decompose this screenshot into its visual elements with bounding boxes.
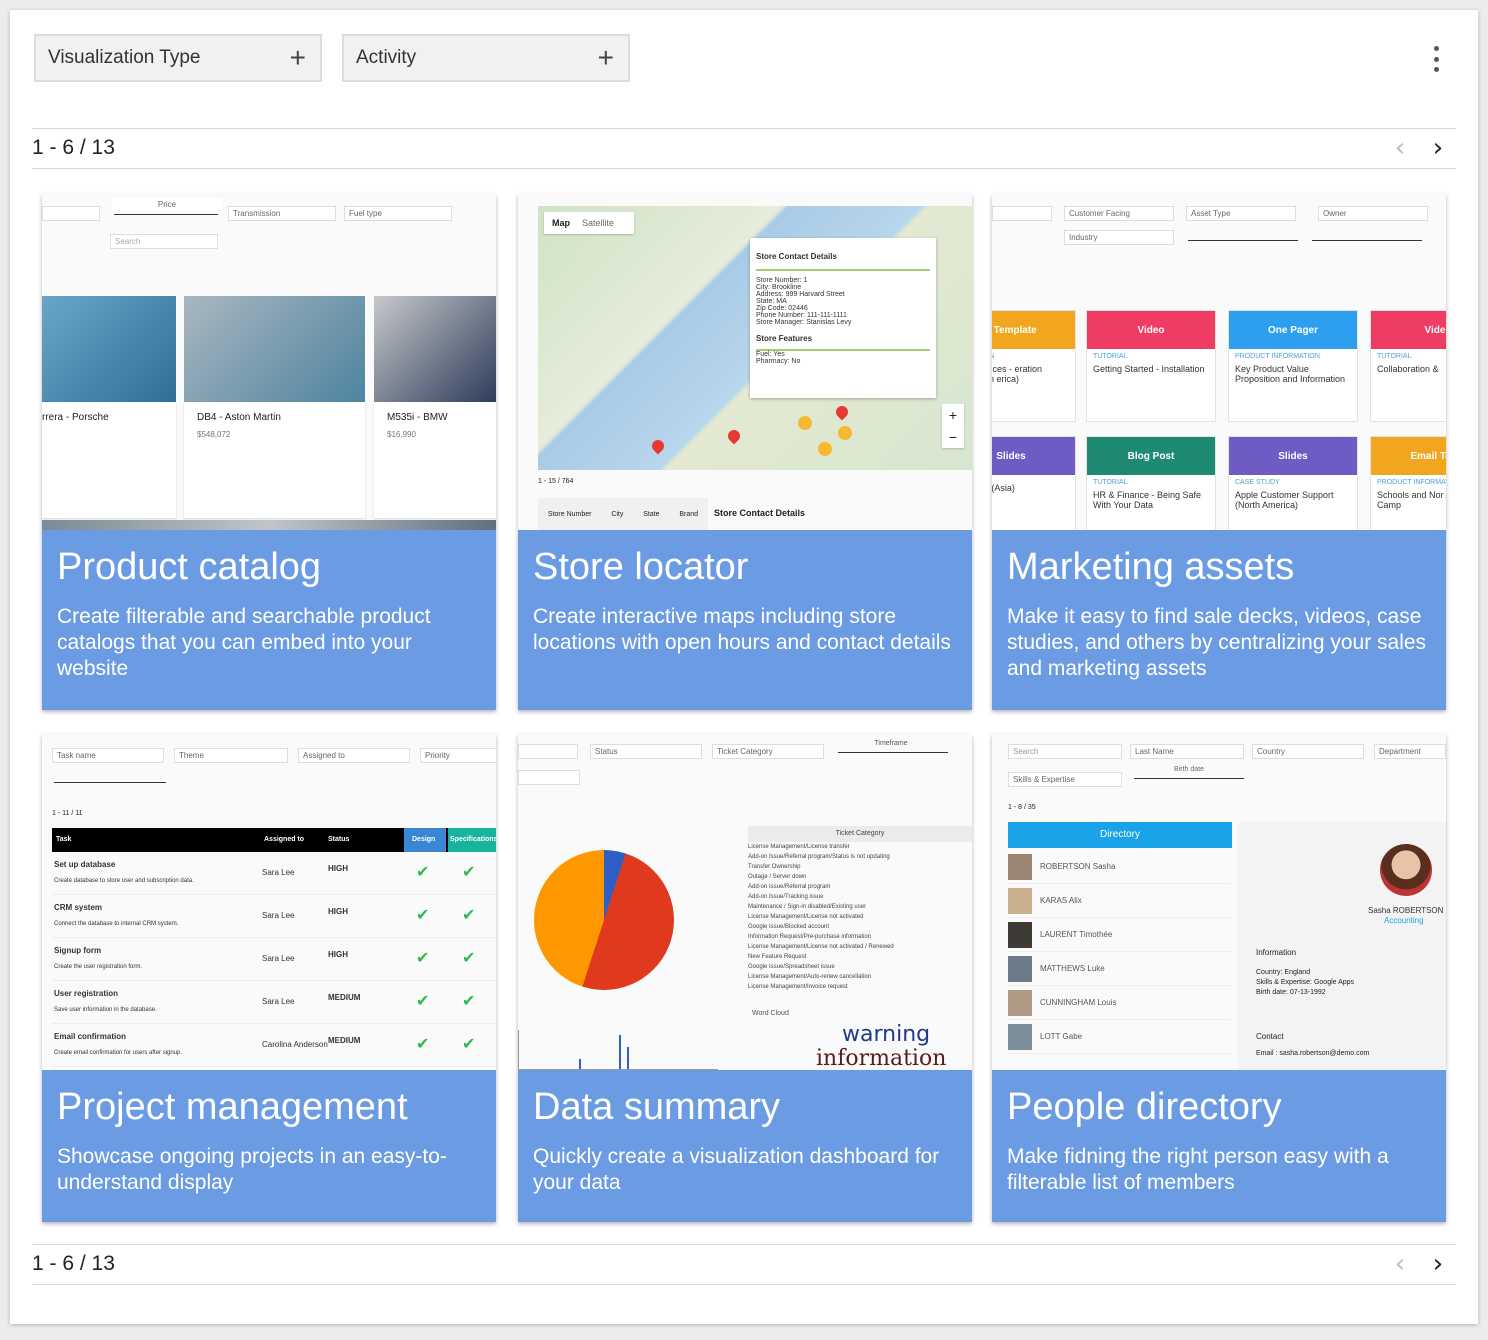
pagination-range-bottom: 1 - 6 / 13 — [32, 1252, 115, 1275]
divider — [32, 168, 1456, 169]
card-caption: Data summary Quickly create a visualizat… — [518, 1070, 972, 1222]
plus-icon[interactable]: + — [598, 44, 614, 72]
filter-activity[interactable]: Activity + — [342, 34, 630, 82]
filter-label: Visualization Type — [48, 47, 201, 68]
chevron-right-icon[interactable]: › — [1428, 1251, 1448, 1277]
pagination-range-top: 1 - 6 / 13 — [32, 136, 115, 159]
card-title: Project management — [57, 1086, 408, 1128]
divider — [32, 1244, 1456, 1245]
card-title: Marketing assets — [1007, 546, 1295, 588]
chevron-left-icon[interactable]: ‹ — [1390, 1251, 1410, 1277]
filter-visualization-type[interactable]: Visualization Type + — [34, 34, 322, 82]
card-description: Make fidning the right person easy with … — [1007, 1145, 1389, 1194]
thumbnail-store-locator: Map Satellite Store Contact Details Stor… — [518, 194, 972, 530]
divider — [32, 128, 1456, 129]
card-caption: Product catalog Create filterable and se… — [42, 530, 496, 710]
card-title: People directory — [1007, 1086, 1282, 1128]
avatar — [1380, 844, 1432, 896]
gallery-panel: Visualization Type + Activity + 1 - 6 / … — [10, 10, 1478, 1324]
thumbnail-data-summary: Status Ticket Category Timeframe Ticket … — [518, 734, 972, 1070]
thumbnail-people-directory: Search Last Name Country Department Skil… — [992, 734, 1446, 1070]
thumbnail-project-management: Task name Theme Assigned to Priority 1 -… — [42, 734, 496, 1070]
card-title: Store locator — [533, 546, 749, 588]
chevron-right-icon[interactable]: › — [1428, 135, 1448, 161]
divider — [32, 1284, 1456, 1285]
card-caption: Marketing assets Make it easy to find sa… — [992, 530, 1446, 710]
card-data-summary[interactable]: Status Ticket Category Timeframe Ticket … — [518, 734, 972, 1222]
card-title: Data summary — [533, 1086, 781, 1128]
pie-chart — [534, 850, 674, 990]
card-description: Create interactive maps including store … — [533, 605, 951, 654]
card-project-management[interactable]: Task name Theme Assigned to Priority 1 -… — [42, 734, 496, 1222]
card-description: Create filterable and searchable product… — [57, 605, 431, 680]
store-popup: Store Contact Details Store Number: 1 Ci… — [750, 238, 936, 398]
card-title: Product catalog — [57, 546, 322, 588]
card-description: Make it easy to find sale decks, videos,… — [1007, 605, 1427, 680]
card-store-locator[interactable]: Map Satellite Store Contact Details Stor… — [518, 194, 972, 710]
thumbnail-marketing-assets: Customer Facing Asset Type Owner Industr… — [992, 194, 1446, 530]
card-people-directory[interactable]: Search Last Name Country Department Skil… — [992, 734, 1446, 1222]
card-caption: Store locator Create interactive maps in… — [518, 530, 972, 710]
filter-label: Activity — [356, 47, 417, 68]
chevron-left-icon[interactable]: ‹ — [1390, 135, 1410, 161]
thumbnail-product-catalog: Price Transmission Fuel type Search rrer… — [42, 194, 496, 530]
more-options-icon[interactable] — [1432, 46, 1440, 72]
card-caption: People directory Make fidning the right … — [992, 1070, 1446, 1222]
card-description: Quickly create a visualization dashboard… — [533, 1145, 940, 1194]
card-description: Showcase ongoing projects in an easy-to-… — [57, 1145, 447, 1194]
card-product-catalog[interactable]: Price Transmission Fuel type Search rrer… — [42, 194, 496, 710]
plus-icon[interactable]: + — [290, 44, 306, 72]
card-marketing-assets[interactable]: Customer Facing Asset Type Owner Industr… — [992, 194, 1446, 710]
card-caption: Project management Showcase ongoing proj… — [42, 1070, 496, 1222]
